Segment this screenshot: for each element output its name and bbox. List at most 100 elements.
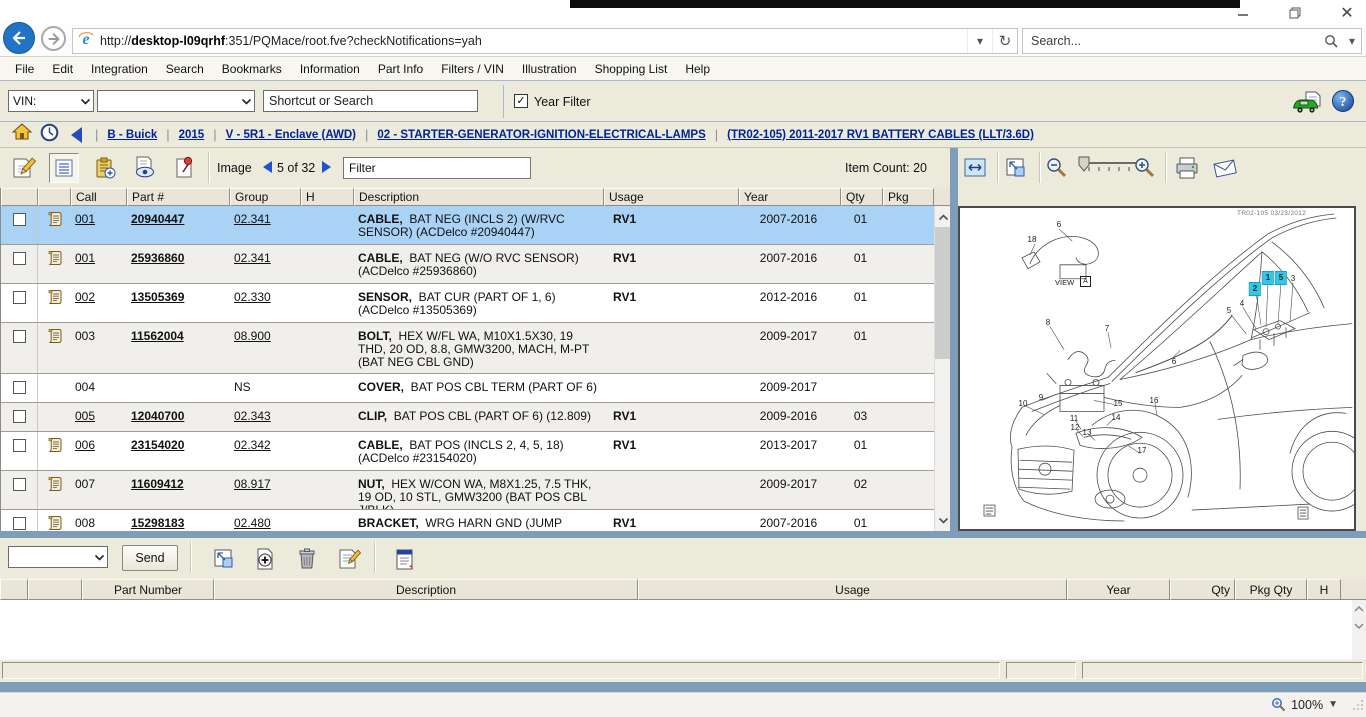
callout-14[interactable]: 14: [1112, 414, 1121, 422]
call-link[interactable]: 002: [75, 290, 95, 304]
note-icon[interactable]: [48, 476, 62, 509]
row-select-checkbox[interactable]: [13, 291, 26, 304]
menu-item-search[interactable]: Search: [157, 62, 213, 76]
parts-row[interactable]: 0051204070002.343CLIP, BAT POS CBL (PART…: [1, 403, 934, 432]
parts-column-header-qty[interactable]: Qty: [841, 188, 883, 206]
menu-item-filters-vin[interactable]: Filters / VIN: [432, 62, 513, 76]
call-link[interactable]: 006: [75, 438, 95, 452]
breadcrumb-back-icon[interactable]: [71, 127, 82, 143]
zoom-dropdown-arrow[interactable]: ▼: [1328, 699, 1338, 710]
row-select-checkbox[interactable]: [13, 439, 26, 452]
shopping-list-scrollbar[interactable]: [1352, 600, 1366, 660]
zoom-in-icon[interactable]: [1130, 153, 1160, 183]
add-item-icon[interactable]: [252, 546, 278, 572]
row-select-checkbox[interactable]: [13, 213, 26, 226]
vehicle-info-icon[interactable]: [1292, 90, 1322, 119]
minimize-button[interactable]: [1232, 3, 1254, 23]
resize-grip[interactable]: [1351, 698, 1364, 716]
note-icon[interactable]: [48, 211, 62, 244]
menu-item-edit[interactable]: Edit: [43, 62, 82, 76]
menu-item-bookmarks[interactable]: Bookmarks: [213, 62, 291, 76]
parts-column-header-part[interactable]: Part #: [127, 188, 230, 206]
part-number-link[interactable]: 11609412: [131, 477, 184, 491]
parts-scrollbar[interactable]: [934, 206, 951, 531]
cart-column-header-part-number[interactable]: Part Number: [82, 579, 214, 600]
call-link[interactable]: 005: [75, 409, 95, 423]
parts-column-header-blank[interactable]: [1, 188, 38, 206]
shopping-list-body[interactable]: [0, 600, 1352, 660]
note-icon[interactable]: [48, 250, 62, 283]
note-icon[interactable]: [48, 515, 62, 531]
menu-item-illustration[interactable]: Illustration: [513, 62, 586, 76]
zoom-out-icon[interactable]: [1042, 153, 1072, 183]
search-magnifier-icon[interactable]: [1319, 29, 1343, 53]
callout-17[interactable]: 17: [1138, 447, 1147, 455]
row-select-checkbox[interactable]: [13, 478, 26, 491]
breadcrumb-link-02-starter-generator-ignitio[interactable]: 02 - STARTER-GENERATOR-IGNITION-ELECTRIC…: [377, 129, 705, 141]
edit-notes-icon[interactable]: [8, 153, 38, 183]
parts-column-header-pkg[interactable]: Pkg: [883, 188, 934, 206]
help-icon[interactable]: ?: [1331, 89, 1355, 118]
zoom-control[interactable]: 100% ▼: [1271, 697, 1338, 712]
group-link[interactable]: 08.917: [234, 477, 271, 491]
cart-column-header-blank[interactable]: [0, 579, 28, 600]
group-link[interactable]: 02.343: [234, 409, 271, 423]
maximize-button[interactable]: [1284, 3, 1306, 23]
parts-column-header-group[interactable]: Group: [230, 188, 301, 206]
part-number-link[interactable]: 23154020: [131, 438, 184, 452]
add-to-shopping-list-icon[interactable]: [90, 153, 120, 183]
year-filter-checkbox[interactable]: ✓: [514, 94, 528, 108]
callout-3[interactable]: 3: [1291, 275, 1295, 283]
vertical-splitter[interactable]: [950, 148, 958, 538]
callout-5[interactable]: 5: [1227, 307, 1231, 315]
parts-column-header-call[interactable]: Call: [71, 188, 127, 206]
group-link[interactable]: 02.480: [234, 516, 271, 530]
cart-column-header-qty[interactable]: Qty: [1170, 579, 1235, 600]
previous-image-button[interactable]: [263, 161, 272, 173]
home-icon[interactable]: [12, 123, 32, 146]
parts-row[interactable]: 0071160941208.917NUT, HEX W/CON WA, M8X1…: [1, 471, 934, 510]
print-icon[interactable]: [1172, 153, 1202, 183]
send-button[interactable]: Send: [122, 545, 178, 571]
parts-row[interactable]: 004NSCOVER, BAT POS CBL TERM (PART OF 6)…: [1, 374, 934, 403]
breadcrumb-link-b-buick[interactable]: B - Buick: [107, 129, 157, 141]
vehicle-select[interactable]: [97, 90, 255, 112]
cart-column-header-pkg-qty[interactable]: Pkg Qty: [1235, 579, 1307, 600]
callout-6[interactable]: 6: [1172, 358, 1176, 366]
cart-column-header-usage[interactable]: Usage: [638, 579, 1067, 600]
close-button[interactable]: ✕: [1336, 3, 1358, 23]
forward-button[interactable]: [41, 26, 66, 51]
note-icon[interactable]: [48, 328, 62, 373]
note-icon[interactable]: [48, 437, 62, 470]
callout-18[interactable]: 18: [1028, 236, 1037, 244]
callout-10[interactable]: 10: [1019, 400, 1028, 408]
back-button[interactable]: [3, 22, 35, 54]
group-link[interactable]: 08.900: [234, 329, 271, 343]
delete-item-icon[interactable]: [294, 546, 320, 572]
filter-input[interactable]: Filter: [343, 157, 531, 179]
send-target-select[interactable]: [8, 546, 108, 568]
group-link[interactable]: 02.341: [234, 212, 271, 226]
search-dropdown-arrow[interactable]: ▾: [1343, 29, 1361, 53]
group-link[interactable]: 02.330: [234, 290, 271, 304]
vin-select[interactable]: VIN:: [8, 90, 94, 112]
callout-5-highlighted[interactable]: 5: [1276, 272, 1286, 284]
browser-search-box[interactable]: Search... ▾: [1022, 28, 1362, 54]
email-icon[interactable]: [1210, 153, 1240, 183]
parts-row[interactable]: 0012094044702.341CABLE, BAT NEG (INCLS 2…: [1, 206, 934, 245]
row-select-checkbox[interactable]: [13, 381, 26, 394]
edit-item-icon[interactable]: [336, 546, 362, 572]
menu-item-shopping-list[interactable]: Shopping List: [586, 62, 677, 76]
callout-1-highlighted[interactable]: 1: [1263, 272, 1273, 284]
scroll-up-button[interactable]: [1352, 600, 1366, 617]
scroll-down-button[interactable]: [1352, 617, 1366, 634]
callout-8[interactable]: 8: [1046, 319, 1050, 327]
parts-column-header-year[interactable]: Year: [739, 188, 841, 206]
callout-16[interactable]: 16: [1150, 397, 1159, 405]
callout-9[interactable]: 9: [1039, 394, 1043, 402]
cart-column-header-h[interactable]: H: [1307, 579, 1341, 600]
callout-7[interactable]: 7: [1105, 325, 1109, 333]
shortcut-search-input[interactable]: Shortcut or Search: [263, 90, 478, 112]
scroll-up-button[interactable]: [935, 207, 951, 227]
parts-column-header-blank[interactable]: [38, 188, 71, 206]
